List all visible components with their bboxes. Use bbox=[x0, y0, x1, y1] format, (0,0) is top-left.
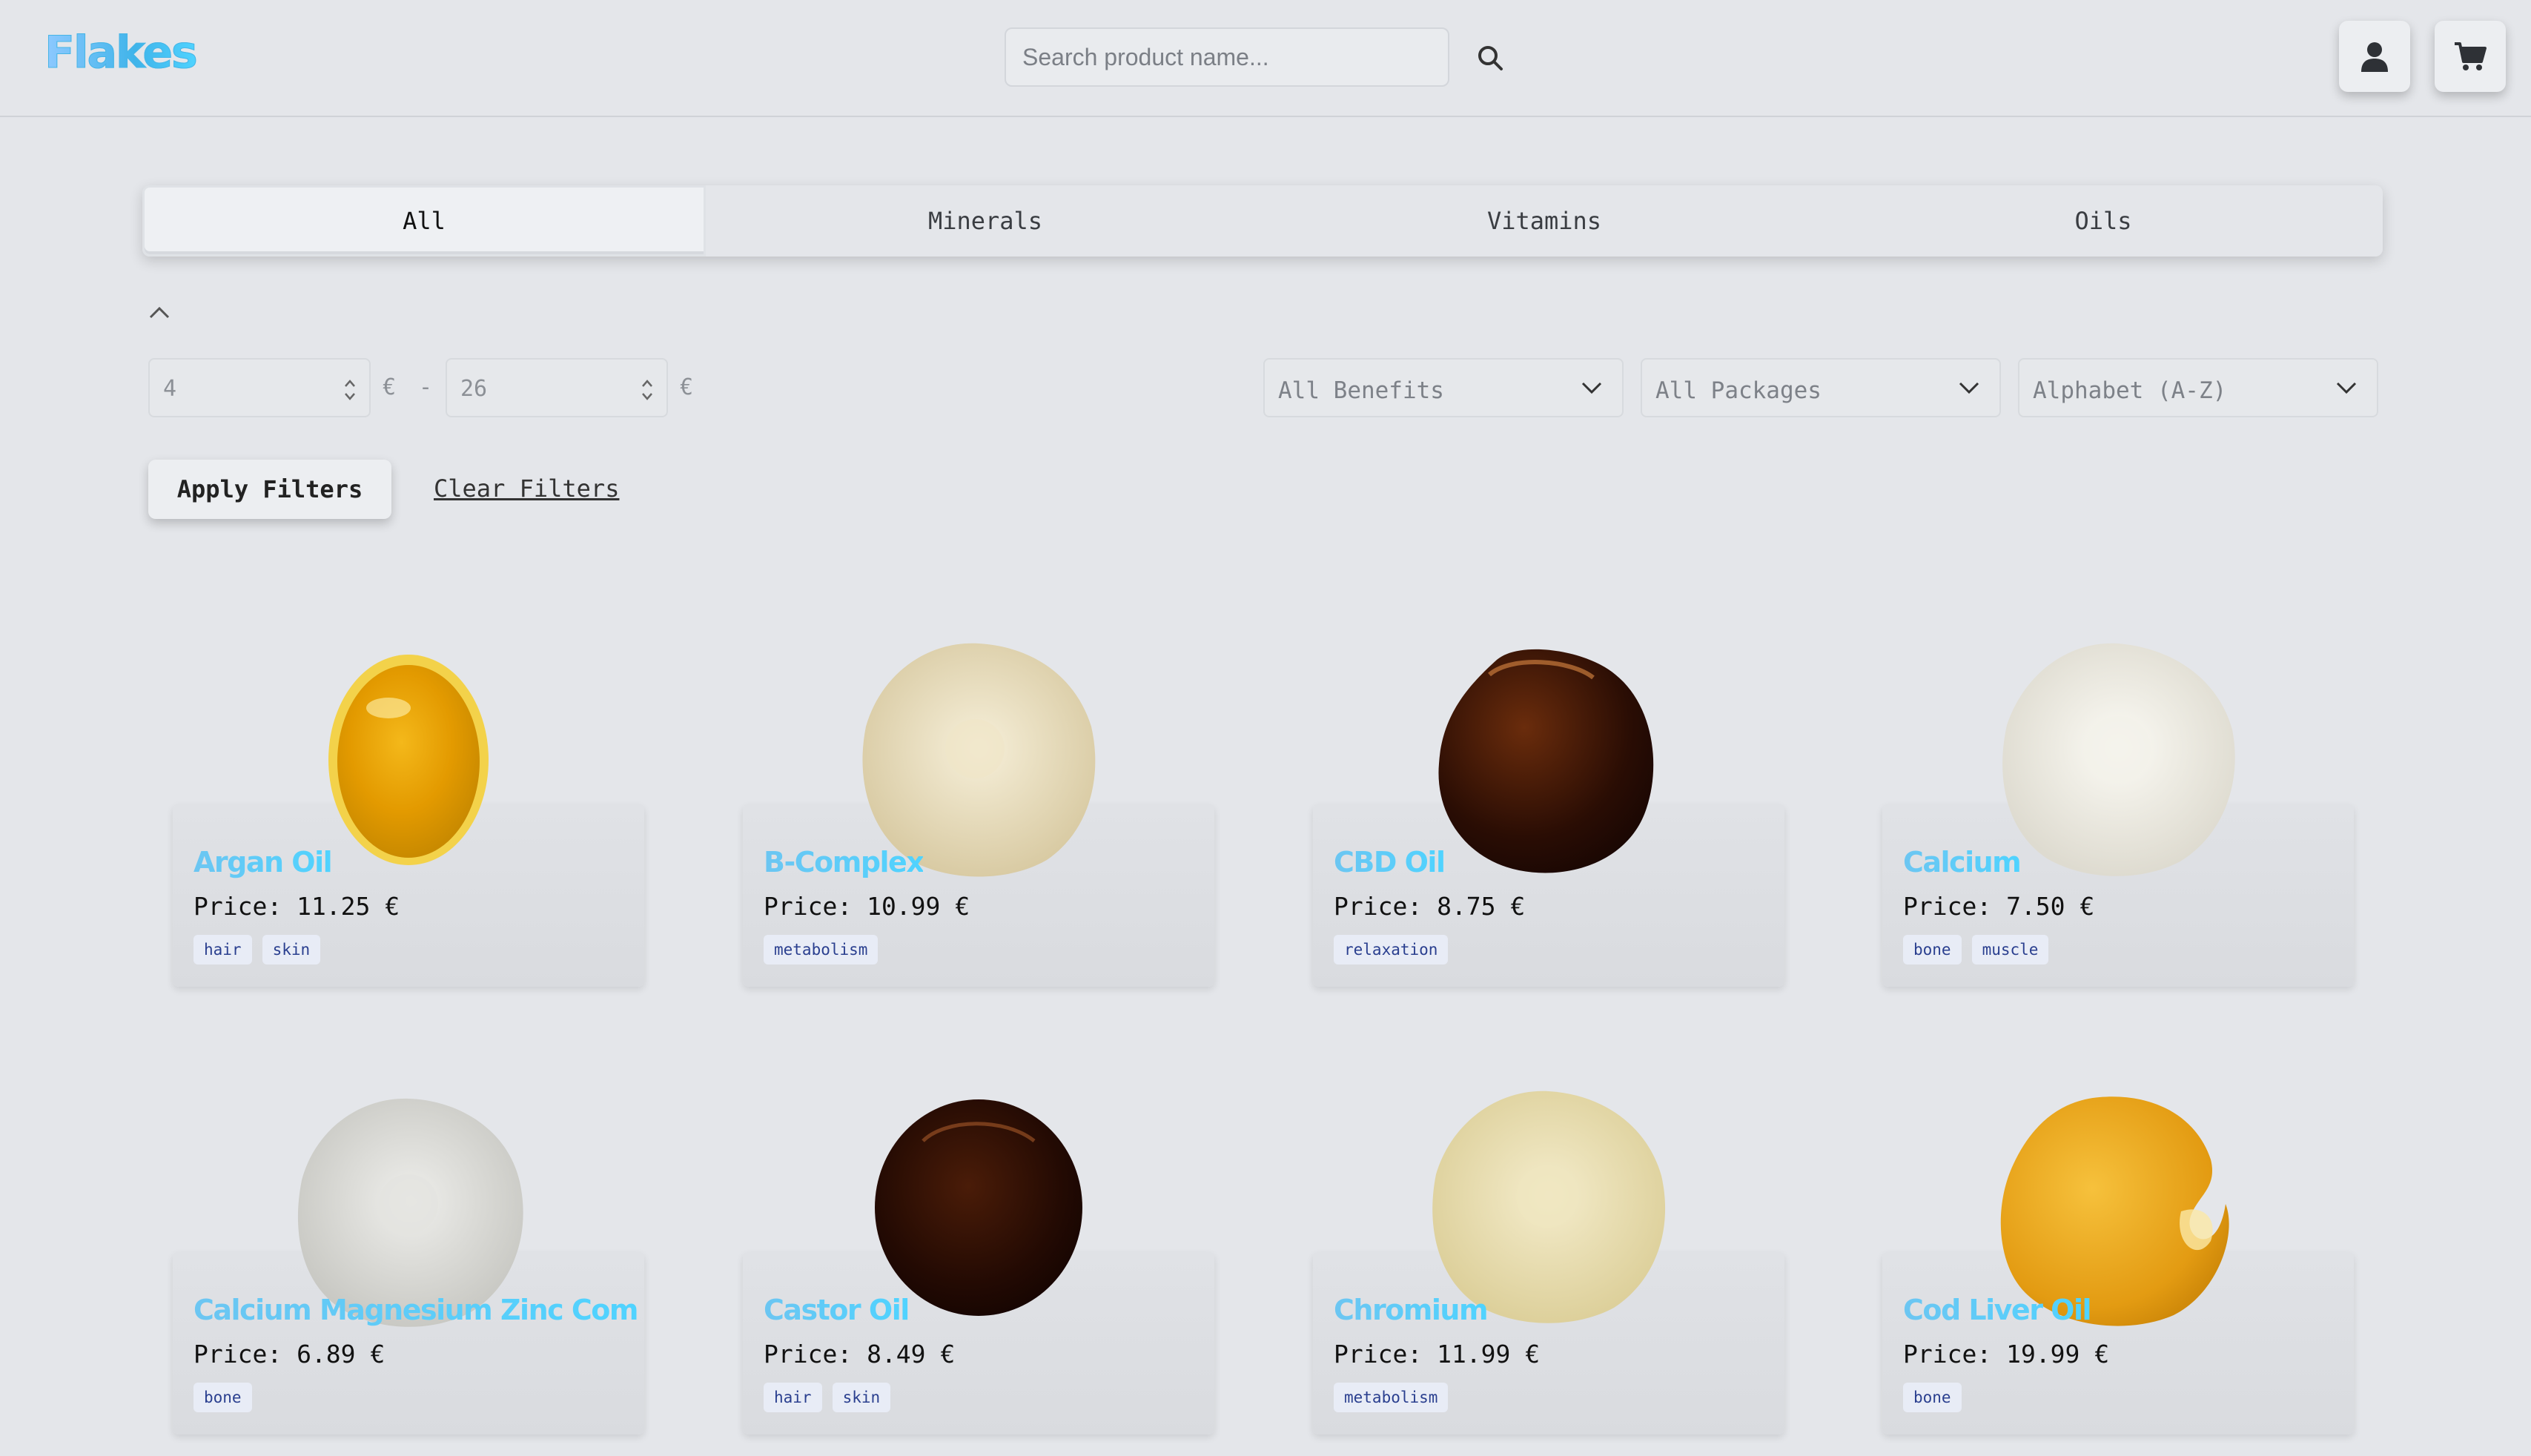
price-min-input[interactable]: 4 bbox=[148, 358, 371, 417]
product-card[interactable]: B-Complex Price: 10.99 € metabolism bbox=[743, 643, 1214, 987]
logo[interactable]: Flakes bbox=[44, 27, 199, 79]
benefits-select[interactable]: All Benefits bbox=[1263, 358, 1624, 417]
product-name[interactable]: CBD Oil bbox=[1334, 846, 1446, 878]
product-card[interactable]: Calcium Magnesium Zinc Com Price: 6.89 € b… bbox=[173, 1098, 644, 1435]
tab-oils[interactable]: Oils bbox=[1824, 185, 2383, 257]
product-card[interactable]: Calcium Price: 7.50 € bone muscle bbox=[1882, 643, 2354, 987]
product-name[interactable]: Castor Oil bbox=[764, 1294, 910, 1326]
product-price: Price: 7.50 € bbox=[1903, 892, 2095, 921]
stepper-icon[interactable] bbox=[343, 377, 357, 403]
search-input[interactable] bbox=[1005, 27, 1449, 87]
price-min-value: 4 bbox=[163, 376, 177, 402]
benefit-tag: metabolism bbox=[764, 935, 879, 964]
chevron-down-icon bbox=[1959, 382, 1979, 394]
product-price: Price: 19.99 € bbox=[1903, 1340, 2110, 1369]
product-tags: hair skin bbox=[193, 935, 321, 964]
benefit-tag: bone bbox=[193, 1383, 252, 1412]
clear-filters-button[interactable]: Clear Filters bbox=[434, 474, 619, 503]
product-card[interactable]: Cod Liver Oil Price: 19.99 € bone bbox=[1882, 1096, 2354, 1435]
benefit-tag: metabolism bbox=[1334, 1383, 1449, 1412]
price-max-input[interactable]: 26 bbox=[446, 358, 668, 417]
product-card[interactable]: Castor Oil Price: 8.49 € hair skin bbox=[743, 1099, 1214, 1435]
packages-select-value: All Packages bbox=[1655, 377, 1822, 404]
product-name[interactable]: B-Complex bbox=[764, 846, 924, 878]
product-price: Price: 10.99 € bbox=[764, 892, 970, 921]
product-tags: relaxation bbox=[1334, 935, 1449, 964]
product-tags: bone bbox=[193, 1383, 252, 1412]
sort-select[interactable]: Alphabet (A-Z) bbox=[2018, 358, 2378, 417]
cart-button[interactable] bbox=[2435, 21, 2506, 92]
category-tabs: All Minerals Vitamins Oils bbox=[142, 185, 2383, 257]
product-tags: bone muscle bbox=[1903, 935, 2049, 964]
product-tags: bone bbox=[1903, 1383, 1962, 1412]
search-icon[interactable] bbox=[1475, 43, 1505, 73]
product-price: Price: 6.89 € bbox=[193, 1340, 386, 1369]
user-icon bbox=[2361, 42, 2388, 72]
chevron-down-icon bbox=[2336, 382, 2357, 394]
product-price: Price: 11.25 € bbox=[193, 892, 400, 921]
cart-icon bbox=[2455, 42, 2487, 70]
product-price: Price: 8.75 € bbox=[1334, 892, 1526, 921]
site-header: Flakes bbox=[0, 0, 2531, 117]
sort-select-value: Alphabet (A-Z) bbox=[2033, 377, 2227, 404]
product-name[interactable]: Chromium bbox=[1334, 1294, 1489, 1326]
product-card[interactable]: Chromium Price: 11.99 € metabolism bbox=[1313, 1091, 1784, 1435]
benefit-tag: bone bbox=[1903, 1383, 1962, 1412]
tab-all[interactable]: All bbox=[142, 185, 706, 257]
stepper-icon[interactable] bbox=[640, 377, 655, 403]
product-name[interactable]: Cod Liver Oil bbox=[1903, 1294, 2092, 1326]
product-card[interactable]: CBD Oil Price: 8.75 € relaxation bbox=[1313, 649, 1784, 987]
benefit-tag: hair bbox=[764, 1383, 822, 1412]
product-image[interactable] bbox=[871, 1096, 1086, 1322]
benefits-select-value: All Benefits bbox=[1278, 377, 1444, 404]
product-name[interactable]: Calcium Magnesium Zinc Com bbox=[193, 1294, 638, 1326]
range-separator: - bbox=[419, 374, 433, 400]
benefit-tag: bone bbox=[1903, 935, 1962, 964]
benefit-tag: relaxation bbox=[1334, 935, 1449, 964]
benefit-tag: skin bbox=[832, 1383, 891, 1412]
product-tags: metabolism bbox=[764, 935, 879, 964]
product-card[interactable]: Argan Oil Price: 11.25 € hair skin bbox=[173, 655, 644, 987]
apply-filters-button[interactable]: Apply Filters bbox=[148, 460, 391, 519]
price-max-value: 26 bbox=[460, 376, 488, 402]
benefit-tag: muscle bbox=[1971, 935, 2049, 964]
product-image[interactable] bbox=[1992, 638, 2244, 885]
product-image[interactable] bbox=[323, 649, 494, 874]
currency-symbol: € bbox=[383, 374, 397, 400]
chevron-down-icon bbox=[1581, 382, 1602, 394]
currency-symbol: € bbox=[680, 374, 694, 400]
benefit-tag: skin bbox=[262, 935, 321, 964]
chevron-up-icon[interactable] bbox=[147, 301, 172, 323]
tab-vitamins[interactable]: Vitamins bbox=[1265, 185, 1824, 257]
account-button[interactable] bbox=[2339, 21, 2410, 92]
tab-minerals[interactable]: Minerals bbox=[706, 185, 1265, 257]
benefit-tag: hair bbox=[193, 935, 252, 964]
product-price: Price: 11.99 € bbox=[1334, 1340, 1541, 1369]
product-tags: hair skin bbox=[764, 1383, 891, 1412]
product-name[interactable]: Calcium bbox=[1903, 846, 2022, 878]
product-price: Price: 8.49 € bbox=[764, 1340, 956, 1369]
product-image[interactable] bbox=[1430, 645, 1667, 885]
product-name[interactable]: Argan Oil bbox=[193, 846, 333, 878]
product-tags: metabolism bbox=[1334, 1383, 1449, 1412]
packages-select[interactable]: All Packages bbox=[1641, 358, 2001, 417]
